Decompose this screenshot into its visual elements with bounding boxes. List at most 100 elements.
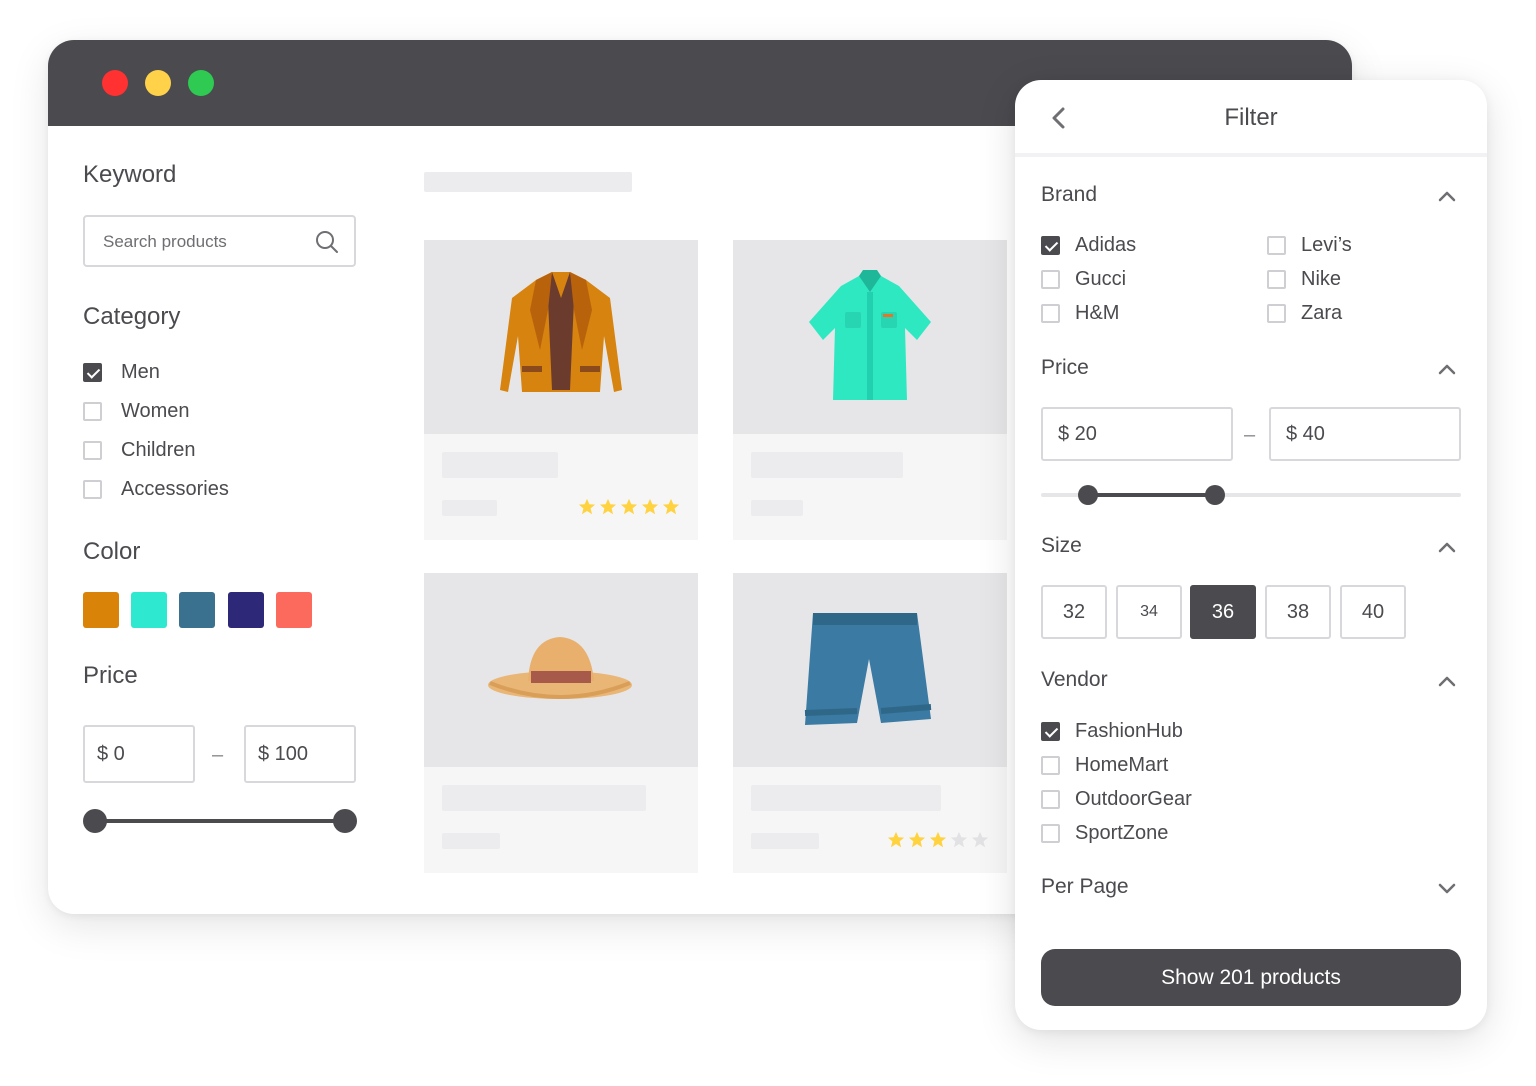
- brand-label: Adidas: [1075, 233, 1137, 256]
- product-title-placeholder: [442, 452, 558, 478]
- price-max-input[interactable]: $ 100: [244, 725, 356, 783]
- size-option-32[interactable]: 32: [1041, 585, 1107, 639]
- checkbox[interactable]: [1041, 721, 1060, 741]
- checkbox[interactable]: [1041, 269, 1060, 289]
- vendor-label: OutdoorGear: [1075, 787, 1192, 810]
- vendor-option-sportzone[interactable]: SportZone: [1041, 821, 1168, 845]
- price-max-value: $ 100: [258, 743, 309, 765]
- product-image[interactable]: [424, 240, 698, 434]
- star-icon: [641, 498, 659, 515]
- product-rating: [578, 498, 680, 516]
- hat-image: [488, 637, 632, 699]
- price-max-input[interactable]: $ 40: [1269, 407, 1461, 461]
- brand-label: H&M: [1075, 301, 1120, 324]
- size-option-40[interactable]: 40: [1340, 585, 1406, 639]
- product-card[interactable]: [733, 240, 1007, 540]
- price-heading: Price: [1041, 356, 1089, 379]
- filter-header: Filter: [1015, 80, 1487, 157]
- checkbox[interactable]: [1041, 823, 1060, 843]
- checkbox[interactable]: [83, 479, 102, 499]
- checkbox[interactable]: [1041, 789, 1060, 809]
- search-input[interactable]: Search products: [83, 215, 356, 267]
- product-title-placeholder: [751, 785, 941, 811]
- product-image[interactable]: [424, 573, 698, 767]
- size-option-38[interactable]: 38: [1265, 585, 1331, 639]
- color-heading: Color: [83, 538, 141, 565]
- price-min-value: $ 20: [1058, 423, 1097, 445]
- chevron-up-icon[interactable]: [1435, 184, 1459, 208]
- product-image[interactable]: [733, 240, 1007, 434]
- search-icon[interactable]: [314, 229, 340, 255]
- color-swatch-turquoise[interactable]: [131, 592, 167, 628]
- jacket-image: [500, 272, 622, 392]
- checkbox[interactable]: [83, 440, 102, 460]
- checkbox[interactable]: [1041, 755, 1060, 775]
- product-title-placeholder: [442, 785, 646, 811]
- price-range-dash: –: [1244, 424, 1256, 446]
- price-slider-min-handle[interactable]: [1078, 485, 1098, 505]
- price-slider-max-handle[interactable]: [333, 809, 357, 833]
- size-option-34[interactable]: 34: [1116, 585, 1182, 639]
- chevron-up-icon[interactable]: [1435, 535, 1459, 559]
- checkbox[interactable]: [1267, 303, 1286, 323]
- product-card[interactable]: [424, 240, 698, 540]
- price-slider-min-handle[interactable]: [83, 809, 107, 833]
- size-heading: Size: [1041, 534, 1082, 557]
- price-min-input[interactable]: $ 20: [1041, 407, 1233, 461]
- color-swatch-orange[interactable]: [83, 592, 119, 628]
- shorts-image: [804, 613, 932, 725]
- product-title-placeholder: [751, 452, 903, 478]
- category-option-accessories[interactable]: Accessories: [83, 477, 229, 501]
- chevron-up-icon[interactable]: [1435, 669, 1459, 693]
- price-min-input[interactable]: $ 0: [83, 725, 195, 783]
- checkbox[interactable]: [1267, 235, 1286, 255]
- minimize-window-button[interactable]: [145, 70, 171, 96]
- star-icon: [887, 831, 905, 848]
- category-label: Men: [121, 360, 160, 383]
- brand-option-gucci[interactable]: Gucci: [1041, 267, 1126, 291]
- vendor-option-outdoorgear[interactable]: OutdoorGear: [1041, 787, 1192, 811]
- close-window-button[interactable]: [102, 70, 128, 96]
- color-swatch-steel-blue[interactable]: [179, 592, 215, 628]
- price-range-dash: –: [212, 744, 224, 766]
- checkbox[interactable]: [1267, 269, 1286, 289]
- brand-label: Levi’s: [1301, 233, 1352, 256]
- checkbox[interactable]: [1041, 303, 1060, 323]
- chevron-down-icon[interactable]: [1435, 876, 1459, 900]
- vendor-label: HomeMart: [1075, 753, 1169, 776]
- checkbox[interactable]: [83, 401, 102, 421]
- product-card[interactable]: [424, 573, 698, 873]
- price-slider-max-handle[interactable]: [1205, 485, 1225, 505]
- maximize-window-button[interactable]: [188, 70, 214, 96]
- vendor-option-fashionhub[interactable]: FashionHub: [1041, 719, 1183, 743]
- chevron-up-icon[interactable]: [1435, 357, 1459, 381]
- color-swatch-navy[interactable]: [228, 592, 264, 628]
- star-empty-icon: [971, 831, 989, 848]
- brand-label: Nike: [1301, 267, 1342, 290]
- product-price-placeholder: [751, 833, 819, 849]
- category-option-children[interactable]: Children: [83, 438, 195, 462]
- brand-heading: Brand: [1041, 183, 1098, 206]
- price-slider-track[interactable]: [95, 819, 345, 823]
- category-option-women[interactable]: Women: [83, 399, 190, 423]
- shirt-image: [809, 270, 931, 400]
- brand-option-nike[interactable]: Nike: [1267, 267, 1341, 291]
- category-option-men[interactable]: Men: [83, 360, 160, 384]
- vendor-option-homemart[interactable]: HomeMart: [1041, 753, 1168, 777]
- vendor-label: FashionHub: [1075, 719, 1183, 742]
- product-image[interactable]: [733, 573, 1007, 767]
- checkbox[interactable]: [1041, 235, 1060, 255]
- brand-option-zara[interactable]: Zara: [1267, 301, 1342, 325]
- brand-option-adidas[interactable]: Adidas: [1041, 233, 1136, 257]
- brand-label: Gucci: [1075, 267, 1127, 290]
- brand-option-hm[interactable]: H&M: [1041, 301, 1119, 325]
- product-card[interactable]: [733, 573, 1007, 873]
- product-price-placeholder: [442, 833, 500, 849]
- color-swatch-coral[interactable]: [276, 592, 312, 628]
- price-min-value: $ 0: [97, 743, 125, 765]
- size-option-36[interactable]: 36: [1190, 585, 1256, 639]
- brand-option-levis[interactable]: Levi’s: [1267, 233, 1352, 257]
- vendor-label: SportZone: [1075, 821, 1169, 844]
- checkbox[interactable]: [83, 362, 102, 382]
- show-products-button[interactable]: Show 201 products: [1041, 949, 1461, 1006]
